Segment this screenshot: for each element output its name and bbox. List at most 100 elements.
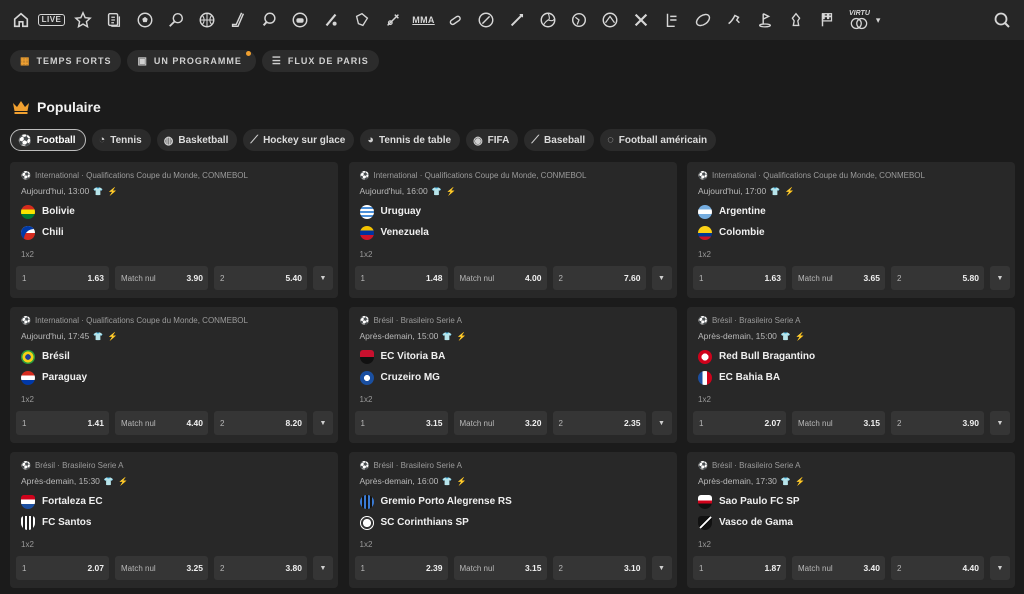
odd-draw-button[interactable]: Match nul 3.90 [115,266,208,290]
match-card[interactable]: ⚽ International · Qualifications Coupe d… [687,162,1015,298]
table-tennis-icon: ◕ [367,134,374,146]
horse-racing-icon[interactable] [723,10,744,31]
odd-away-button[interactable]: 2 5.40 [214,266,307,290]
tab-schedule[interactable]: ▣ UN PROGRAMME [127,50,256,72]
boxing-icon[interactable] [444,10,465,31]
away-team: Vasco de Gama [698,515,1009,530]
more-markets-button[interactable]: ▼ [990,266,1010,290]
match-card[interactable]: ⚽ Brésil · Brasileiro Serie A Après-dema… [687,307,1015,443]
hockey-icon[interactable] [227,10,248,31]
odd-draw-button[interactable]: Match nul 3.40 [792,556,885,580]
more-markets-button[interactable]: ▼ [990,556,1010,580]
tab-highlights[interactable]: ▦ TEMPS FORTS [10,50,122,72]
mma-icon[interactable]: MMA [412,10,434,31]
search-button[interactable] [992,10,1012,30]
skiing-icon[interactable] [692,10,713,31]
badminton-icon[interactable] [382,10,403,31]
tab-bet-feed[interactable]: ☰ FLUX DE PARIS [261,50,379,72]
odd-away-button[interactable]: 2 3.10 [552,556,646,580]
more-markets-button[interactable]: ▼ [990,411,1010,435]
home-icon[interactable] [10,10,31,31]
more-markets-button[interactable]: ▼ [313,266,333,290]
star-icon[interactable] [72,10,93,31]
odd-draw-button[interactable]: Match nul 4.40 [115,411,208,435]
handball-icon[interactable] [568,10,589,31]
chevron-down-icon: ▼ [996,419,1004,427]
odd-home-button[interactable]: 1 2.07 [16,556,109,580]
match-competition: ⚽ Brésil · Brasileiro Serie A [360,316,671,325]
odd-label: 2 [897,418,902,428]
match-card[interactable]: ⚽ International · Qualifications Coupe d… [10,307,338,443]
odd-home-button[interactable]: 1 1.41 [16,411,109,435]
virtual-menu[interactable]: VIRTU ▾ [849,10,880,30]
odd-home-button[interactable]: 1 2.07 [693,411,786,435]
odd-away-button[interactable]: 2 7.60 [552,266,646,290]
golf-icon[interactable] [754,10,775,31]
odd-draw-button[interactable]: Match nul 3.25 [115,556,208,580]
odds-row: 1 1.48 Match nul 4.00 2 7.60 ▼ [354,266,672,290]
odd-value: 2.07 [87,563,104,573]
american-football-icon[interactable] [351,10,372,31]
sport-chip-table-tennis[interactable]: ◕ Tennis de table [360,129,461,151]
kickoff-text: Après-demain, 15:00 [698,331,777,341]
tennis-icon[interactable] [165,10,186,31]
odd-draw-button[interactable]: Match nul 3.15 [453,556,547,580]
odd-away-button[interactable]: 2 3.80 [214,556,307,580]
sport-chip-baseball[interactable]: ⟋ Baseball [524,129,595,151]
odd-away-button[interactable]: 2 2.35 [552,411,646,435]
betslip-icon[interactable] [103,10,124,31]
match-card[interactable]: ⚽ Brésil · Brasileiro Serie A Après-dema… [687,452,1015,588]
more-markets-button[interactable]: ▼ [651,556,672,580]
chess-icon[interactable] [785,10,806,31]
odd-away-button[interactable]: 2 4.40 [891,556,984,580]
formula-icon[interactable] [816,10,837,31]
more-markets-button[interactable]: ▼ [313,556,333,580]
darts-icon[interactable] [506,10,527,31]
sport-chip-basketball[interactable]: ◍ Basketball [156,129,238,151]
more-markets-button[interactable]: ▼ [651,411,672,435]
stats-icons: 👕 ⚡ [103,476,130,486]
odd-home-button[interactable]: 1 2.39 [354,556,448,580]
cricket-icon[interactable] [630,10,651,31]
match-card[interactable]: ⚽ Brésil · Brasileiro Serie A Après-dema… [348,307,677,443]
soccer-icon: ⚽ [21,461,31,470]
live-icon[interactable]: LIVE [37,10,66,31]
baseball-icon[interactable] [320,10,341,31]
volleyball-icon[interactable] [537,10,558,31]
away-team: EC Bahia BA [698,370,1009,385]
odd-draw-button[interactable]: Match nul 3.15 [792,411,885,435]
motorsport-icon[interactable] [599,10,620,31]
sport-chip-american-football[interactable]: ◌ Football américain [600,129,717,151]
fifa-icon[interactable] [289,10,310,31]
sport-chip-football[interactable]: ⚽ Football [10,129,86,151]
match-card[interactable]: ⚽ International · Qualifications Coupe d… [348,162,677,298]
odd-home-button[interactable]: 1 1.87 [693,556,786,580]
odd-home-button[interactable]: 1 1.48 [354,266,448,290]
odd-draw-button[interactable]: Match nul 3.65 [792,266,885,290]
sport-chip-tennis[interactable]: ◔ Tennis [91,129,151,151]
kickoff-text: Après-demain, 15:30 [21,476,100,486]
more-markets-button[interactable]: ▼ [313,411,333,435]
rugby-icon[interactable] [661,10,682,31]
odd-away-button[interactable]: 2 5.80 [891,266,984,290]
odd-home-button[interactable]: 1 3.15 [354,411,448,435]
odd-label: 1 [360,273,365,283]
more-markets-button[interactable]: ▼ [651,266,672,290]
basketball-icon: ◍ [163,134,174,147]
odd-draw-button[interactable]: Match nul 3.20 [453,411,547,435]
basketball-icon[interactable] [196,10,217,31]
odd-home-button[interactable]: 1 1.63 [693,266,786,290]
odd-away-button[interactable]: 2 3.90 [891,411,984,435]
table-tennis-icon[interactable] [258,10,279,31]
odd-draw-button[interactable]: Match nul 4.00 [453,266,547,290]
odd-home-button[interactable]: 1 1.63 [16,266,109,290]
soccer-icon[interactable] [134,10,155,31]
esports-icon[interactable] [475,10,496,31]
match-card[interactable]: ⚽ Brésil · Brasileiro Serie A Après-dema… [10,452,338,588]
match-card[interactable]: ⚽ Brésil · Brasileiro Serie A Après-dema… [348,452,677,588]
sport-chip-hockey[interactable]: ⟋ Hockey sur glace [243,129,355,151]
match-card[interactable]: ⚽ International · Qualifications Coupe d… [10,162,338,298]
sport-chip-fifa[interactable]: ◉ FIFA [466,129,519,151]
odd-away-button[interactable]: 2 8.20 [214,411,307,435]
section-title-text: Populaire [37,99,101,115]
